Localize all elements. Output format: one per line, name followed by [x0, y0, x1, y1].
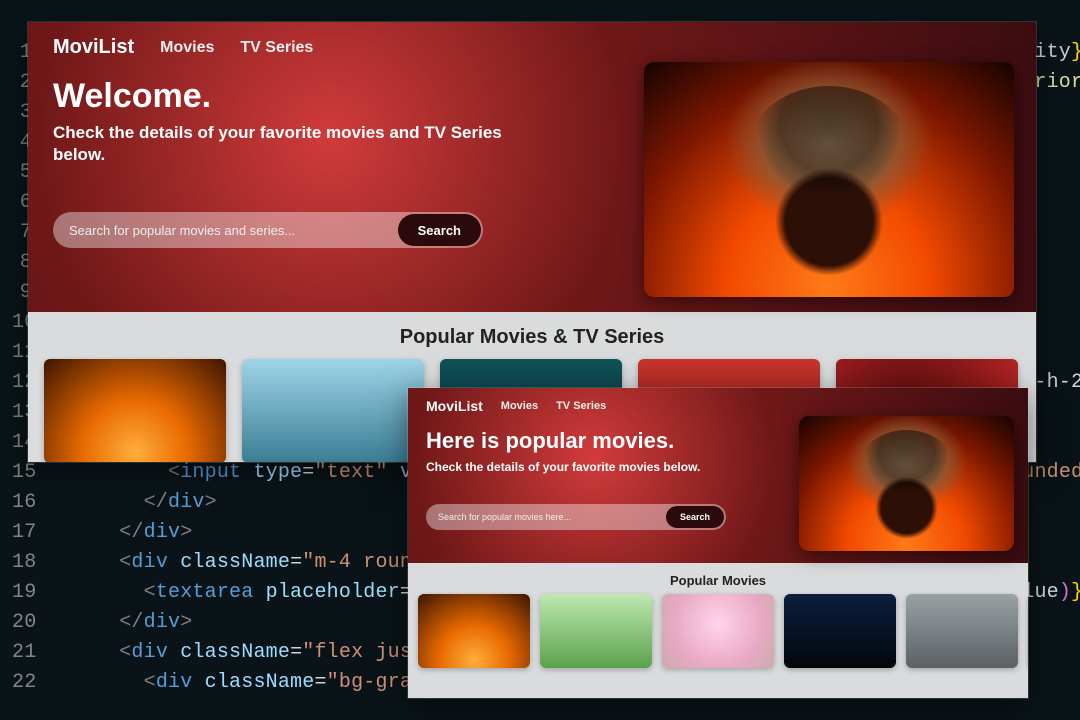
hero-section: MoviList Movies TV Series Here is popula… [408, 388, 1028, 563]
movie-tile[interactable] [784, 594, 896, 668]
search-bar: Search [426, 504, 726, 530]
hero-poster-image [799, 416, 1014, 551]
hero-poster-image [644, 62, 1014, 297]
brand-logo[interactable]: MoviList [426, 398, 483, 414]
top-nav: MoviList Movies TV Series [53, 36, 1011, 59]
nav-link-tv-series[interactable]: TV Series [240, 39, 313, 57]
search-button[interactable]: Search [666, 506, 724, 528]
hero-subtitle: Check the details of your favorite movie… [53, 122, 533, 166]
poster-strip [408, 594, 1028, 668]
movie-tile[interactable] [906, 594, 1018, 668]
nav-link-movies[interactable]: Movies [160, 39, 214, 57]
movie-tile[interactable] [540, 594, 652, 668]
top-nav: MoviList Movies TV Series [426, 398, 1010, 414]
movie-tile[interactable] [662, 594, 774, 668]
movie-tile[interactable] [418, 594, 530, 668]
nav-link-movies[interactable]: Movies [501, 400, 538, 412]
brand-logo[interactable]: MoviList [53, 36, 134, 59]
nav-link-tv-series[interactable]: TV Series [556, 400, 606, 412]
section-title-popular: Popular Movies & TV Series [28, 312, 1036, 359]
dashboard-preview-movies: MoviList Movies TV Series Here is popula… [408, 388, 1028, 698]
movie-tile[interactable] [242, 359, 424, 462]
hero-section: MoviList Movies TV Series Welcome. Check… [28, 22, 1036, 312]
search-button[interactable]: Search [398, 214, 481, 246]
hero-subtitle: Check the details of your favorite movie… [426, 460, 766, 476]
search-input[interactable] [69, 223, 398, 238]
section-title-popular: Popular Movies [408, 563, 1028, 594]
search-bar: Search [53, 212, 483, 248]
movie-tile[interactable] [44, 359, 226, 462]
search-input[interactable] [438, 512, 666, 522]
